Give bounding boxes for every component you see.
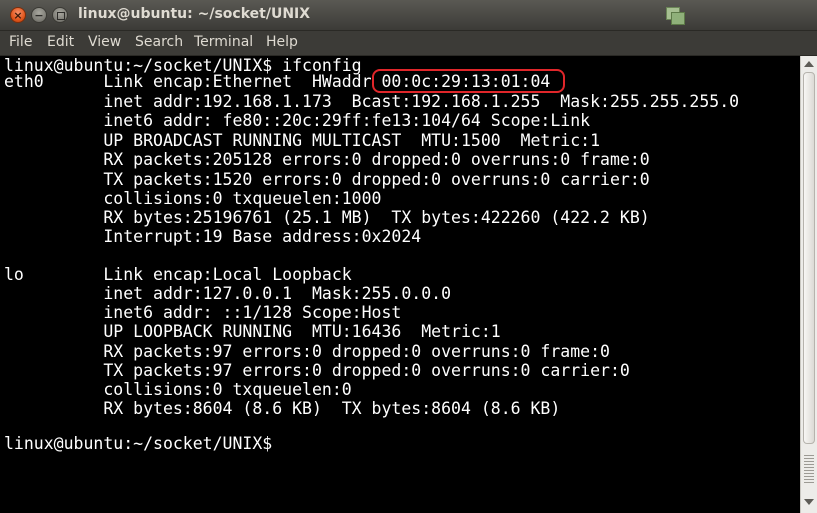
vertical-scrollbar[interactable] — [800, 56, 817, 513]
resize-grip-icon[interactable] — [804, 455, 814, 485]
maximize-icon — [57, 12, 65, 20]
scroll-up-icon[interactable] — [804, 61, 814, 67]
close-icon: × — [13, 9, 23, 22]
scrollbar-thumb[interactable] — [803, 72, 815, 444]
terminal-line: RX bytes:25196761 (25.1 MB) TX bytes:422… — [4, 208, 650, 227]
menu-bar: File Edit View Search Terminal Help — [0, 31, 817, 56]
menu-search[interactable]: Search — [135, 34, 183, 50]
minimize-button[interactable]: − — [31, 7, 47, 23]
terminal-line: RX bytes:8604 (8.6 KB) TX bytes:8604 (8.… — [4, 399, 561, 418]
terminal-output[interactable]: linux@ubuntu:~/socket/UNIX$ ifconfig eth… — [0, 56, 800, 513]
terminal-line: lo Link encap:Local Loopback — [4, 265, 352, 284]
terminal-line: inet6 addr: fe80::20c:29ff:fe13:104/64 S… — [4, 111, 591, 130]
title-bar[interactable]: × − linux@ubuntu: ~/socket/UNIX — [0, 0, 817, 31]
terminal-line: collisions:0 txqueuelen:0 — [4, 380, 352, 399]
menu-terminal[interactable]: Terminal — [194, 34, 253, 50]
menu-help[interactable]: Help — [266, 34, 298, 50]
minimize-icon: − — [34, 9, 44, 22]
terminal-line: eth0 Link encap:Ethernet HWaddr 00:0c:29… — [4, 72, 551, 91]
window-switch-icon[interactable] — [664, 6, 686, 26]
close-button[interactable]: × — [10, 7, 26, 23]
menu-edit[interactable]: Edit — [47, 34, 74, 50]
terminal-line: RX packets:205128 errors:0 dropped:0 ove… — [4, 150, 650, 169]
terminal-line: inet addr:192.168.1.173 Bcast:192.168.1.… — [4, 92, 740, 111]
terminal-line: RX packets:97 errors:0 dropped:0 overrun… — [4, 342, 610, 361]
terminal-window: × − linux@ubuntu: ~/socket/UNIX File Edi… — [0, 0, 817, 513]
scroll-down-icon[interactable] — [804, 499, 814, 505]
terminal-line: UP BROADCAST RUNNING MULTICAST MTU:1500 … — [4, 131, 601, 150]
terminal-line: TX packets:97 errors:0 dropped:0 overrun… — [4, 361, 630, 380]
terminal-line: Interrupt:19 Base address:0x2024 — [4, 227, 422, 246]
menu-file[interactable]: File — [9, 34, 32, 50]
terminal-line: inet6 addr: ::1/128 Scope:Host — [4, 303, 402, 322]
menu-view[interactable]: View — [88, 34, 121, 50]
window-title: linux@ubuntu: ~/socket/UNIX — [78, 6, 311, 22]
terminal-line: collisions:0 txqueuelen:1000 — [4, 189, 382, 208]
terminal-line: inet addr:127.0.0.1 Mask:255.0.0.0 — [4, 284, 452, 303]
terminal-line: TX packets:1520 errors:0 dropped:0 overr… — [4, 170, 650, 189]
maximize-button[interactable] — [52, 7, 68, 23]
terminal-prompt: linux@ubuntu:~/socket/UNIX$ — [4, 434, 273, 453]
terminal-line: UP LOOPBACK RUNNING MTU:16436 Metric:1 — [4, 322, 501, 341]
